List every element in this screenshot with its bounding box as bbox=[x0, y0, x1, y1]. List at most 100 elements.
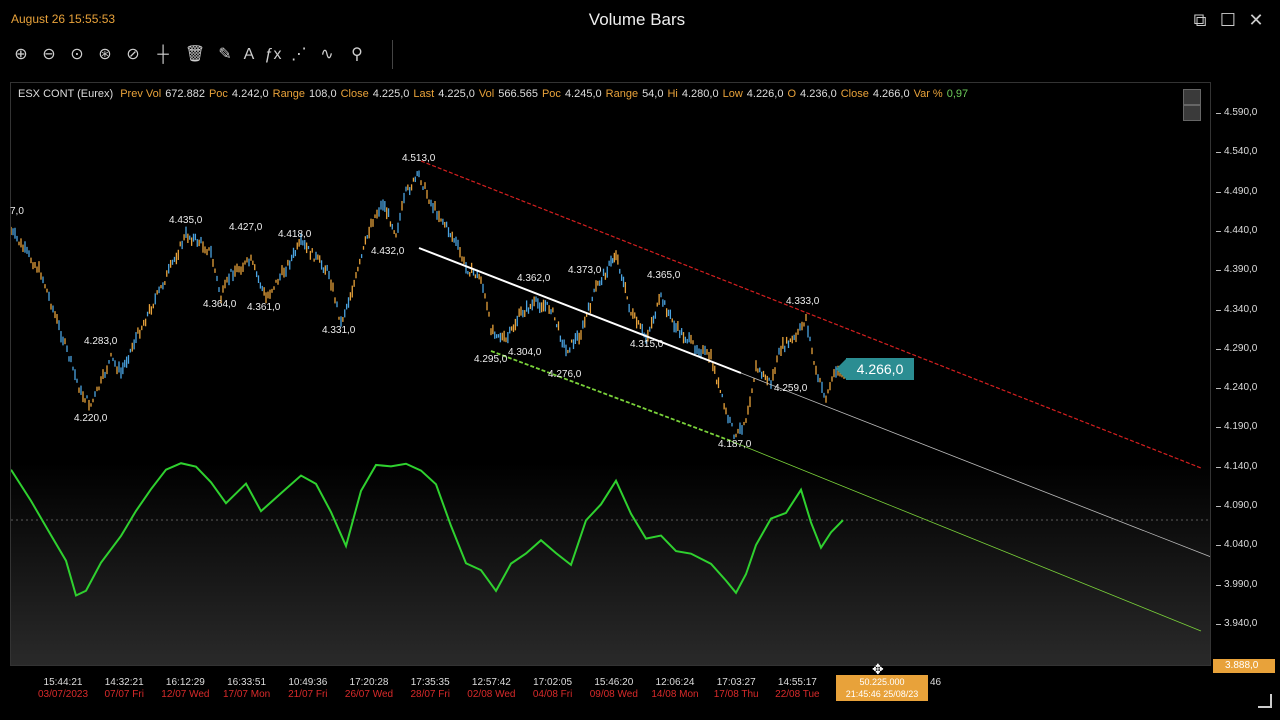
info-value: 4.236,0 bbox=[800, 88, 837, 100]
fib-icon[interactable]: ⚲ bbox=[346, 44, 368, 66]
info-value: 4.225,0 bbox=[372, 88, 410, 100]
info-label: Last bbox=[413, 88, 435, 100]
fx-icon[interactable]: ƒx bbox=[262, 44, 284, 66]
pen-icon[interactable]: ✎ bbox=[214, 44, 236, 66]
lower-channel-line bbox=[490, 350, 732, 442]
info-label: Close bbox=[840, 88, 869, 100]
price-annotation: 4.427,0 bbox=[229, 222, 263, 233]
info-value: 4.280,0 bbox=[681, 88, 719, 100]
zoom-area-icon[interactable]: ⊛ bbox=[94, 44, 116, 66]
price-annotation: 4.276,0 bbox=[548, 369, 582, 380]
price-annotation: 4.513,0 bbox=[402, 153, 436, 164]
info-label: Low bbox=[722, 88, 743, 100]
price-annotation: 4.259,0 bbox=[774, 383, 808, 394]
price-annotation: 4.365,0 bbox=[647, 270, 681, 281]
price-annotation: 4.304,0 bbox=[508, 347, 542, 358]
price-axis-label: 4.140,0 bbox=[1215, 460, 1258, 472]
info-label: Close bbox=[340, 88, 369, 100]
info-label: Range bbox=[605, 88, 639, 100]
info-label: Range bbox=[272, 88, 306, 100]
price-axis-last: 3.888,0 bbox=[1213, 659, 1275, 673]
price-axis-label: 3.940,0 bbox=[1215, 617, 1258, 629]
price-annotation: 4.315,0 bbox=[630, 339, 664, 350]
price-axis-label: 4.540,0 bbox=[1215, 146, 1258, 158]
time-cursor-label: 50.225.000 21:45:46 25/08/23 bbox=[836, 675, 928, 701]
info-label: Var % bbox=[913, 88, 943, 100]
price-annotation: 4.187,0 bbox=[718, 439, 752, 450]
info-label: Prev Vol bbox=[120, 88, 162, 100]
title-bar: August 26 15:55:53 Volume Bars ⧉ ☐ ✕ bbox=[0, 0, 1280, 40]
price-annotation: 4.331,0 bbox=[322, 325, 356, 336]
price-annotation: 4.333,0 bbox=[786, 296, 820, 307]
info-value: 0,97 bbox=[946, 88, 969, 100]
move-cursor-icon: ✥ bbox=[872, 661, 884, 677]
restore-icon[interactable]: ⧉ bbox=[1190, 11, 1210, 29]
oscillator-background bbox=[11, 463, 1210, 665]
price-axis-label: 4.340,0 bbox=[1215, 303, 1258, 315]
resize-grip-icon[interactable] bbox=[1258, 694, 1272, 708]
upper-channel-line bbox=[420, 160, 1202, 469]
info-label: Poc bbox=[541, 88, 561, 100]
price-annotation: 4.418,0 bbox=[278, 229, 312, 240]
info-label: Poc bbox=[208, 88, 228, 100]
info-value: 566.565 bbox=[498, 88, 538, 100]
info-value: 4.226,0 bbox=[746, 88, 784, 100]
info-value: 108,0 bbox=[309, 88, 337, 100]
chart-toolbar: ⊕ ⊖ ⊙ ⊛ ⊘ ┼ 🗑 ✎ Aƒx ⋰ ∿ ⚲ bbox=[6, 40, 393, 69]
price-annotation: 4.373,0 bbox=[568, 265, 602, 276]
zoom-fit-icon[interactable]: ⊙ bbox=[66, 44, 88, 66]
scroll-down-button[interactable] bbox=[1183, 105, 1201, 121]
info-value: 4.245,0 bbox=[564, 88, 602, 100]
zoom-fx-icon[interactable]: ⊘ bbox=[122, 44, 144, 66]
price-annotation: 4.432,0 bbox=[371, 246, 405, 257]
price-axis[interactable]: 3.888,0 4.590,0 4.540,0 4.490,0 4.440,0 4.39… bbox=[1211, 82, 1280, 673]
wave-icon[interactable]: ∿ bbox=[316, 44, 338, 66]
price-chart-svg[interactable] bbox=[11, 83, 1211, 666]
price-axis-label: 4.240,0 bbox=[1215, 382, 1258, 394]
cursor-datetime: 21:45:46 25/08/23 bbox=[845, 689, 919, 699]
info-value: 54,0 bbox=[642, 88, 664, 100]
text-icon[interactable]: A bbox=[238, 44, 260, 66]
price-annotation: 4.283,0 bbox=[84, 336, 118, 347]
zoom-in-icon[interactable]: ⊕ bbox=[10, 44, 32, 66]
info-label: O bbox=[787, 88, 797, 100]
info-bar: ESX CONT (Eurex) Prev Vol 672.882 Poc 4.242… bbox=[18, 88, 972, 100]
close-icon[interactable]: ✕ bbox=[1246, 11, 1266, 29]
window-title: Volume Bars bbox=[588, 10, 686, 29]
info-label: Vol bbox=[478, 88, 495, 100]
price-axis-label: 4.290,0 bbox=[1215, 342, 1258, 354]
info-value: 672.882 bbox=[165, 88, 205, 100]
price-annotation: 4.435,0 bbox=[169, 215, 203, 226]
chart-panel[interactable]: ESX CONT (Eurex) Prev Vol 672.882 Poc 4.242… bbox=[10, 82, 1211, 666]
crosshair-icon[interactable]: ┼ bbox=[152, 44, 174, 66]
trendline-icon[interactable]: ⋰ bbox=[288, 44, 310, 66]
info-label: Hi bbox=[667, 88, 678, 100]
price-annotation: 4.364,0 bbox=[203, 299, 237, 310]
price-axis-label: 4.440,0 bbox=[1215, 224, 1258, 236]
price-axis-label: 4.040,0 bbox=[1215, 539, 1258, 551]
price-axis-label: 4.090,0 bbox=[1215, 500, 1258, 511]
price-axis-label: 3.990,0 bbox=[1215, 578, 1258, 590]
maximize-icon[interactable]: ☐ bbox=[1218, 11, 1238, 29]
time-axis-trailing: 46 bbox=[930, 677, 942, 688]
info-value: 4.266,0 bbox=[872, 88, 910, 100]
info-value: 4.242,0 bbox=[231, 88, 269, 100]
tick-time: 14:55:17 bbox=[777, 677, 817, 688]
tick-date: 22/08 Tue bbox=[775, 689, 820, 700]
info-value: 4.225,0 bbox=[438, 88, 475, 100]
time-axis[interactable]: 50.225.000 21:45:46 25/08/23 46 15:44:21… bbox=[10, 666, 1211, 706]
price-annotation: 7,0 bbox=[10, 206, 24, 217]
price-annotation: 4.220,0 bbox=[74, 413, 108, 424]
price-axis-label: 4.490,0 bbox=[1215, 185, 1258, 197]
time-axis-tick: 14:55:17 22/08 Tue bbox=[757, 677, 837, 701]
price-axis-label: 4.190,0 bbox=[1215, 421, 1258, 433]
trash-icon[interactable]: 🗑 bbox=[184, 44, 206, 66]
symbol-label: ESX CONT (Eurex) bbox=[18, 88, 114, 100]
zoom-out-icon[interactable]: ⊖ bbox=[38, 44, 60, 66]
scroll-up-button[interactable] bbox=[1183, 89, 1201, 105]
price-annotation: 4.295,0 bbox=[474, 354, 508, 365]
price-annotation: 4.362,0 bbox=[517, 273, 551, 284]
price-annotation: 4.361,0 bbox=[247, 302, 281, 313]
current-price-box: 4.266,0 bbox=[836, 358, 914, 380]
price-axis-label: 4.590,0 bbox=[1215, 107, 1258, 118]
